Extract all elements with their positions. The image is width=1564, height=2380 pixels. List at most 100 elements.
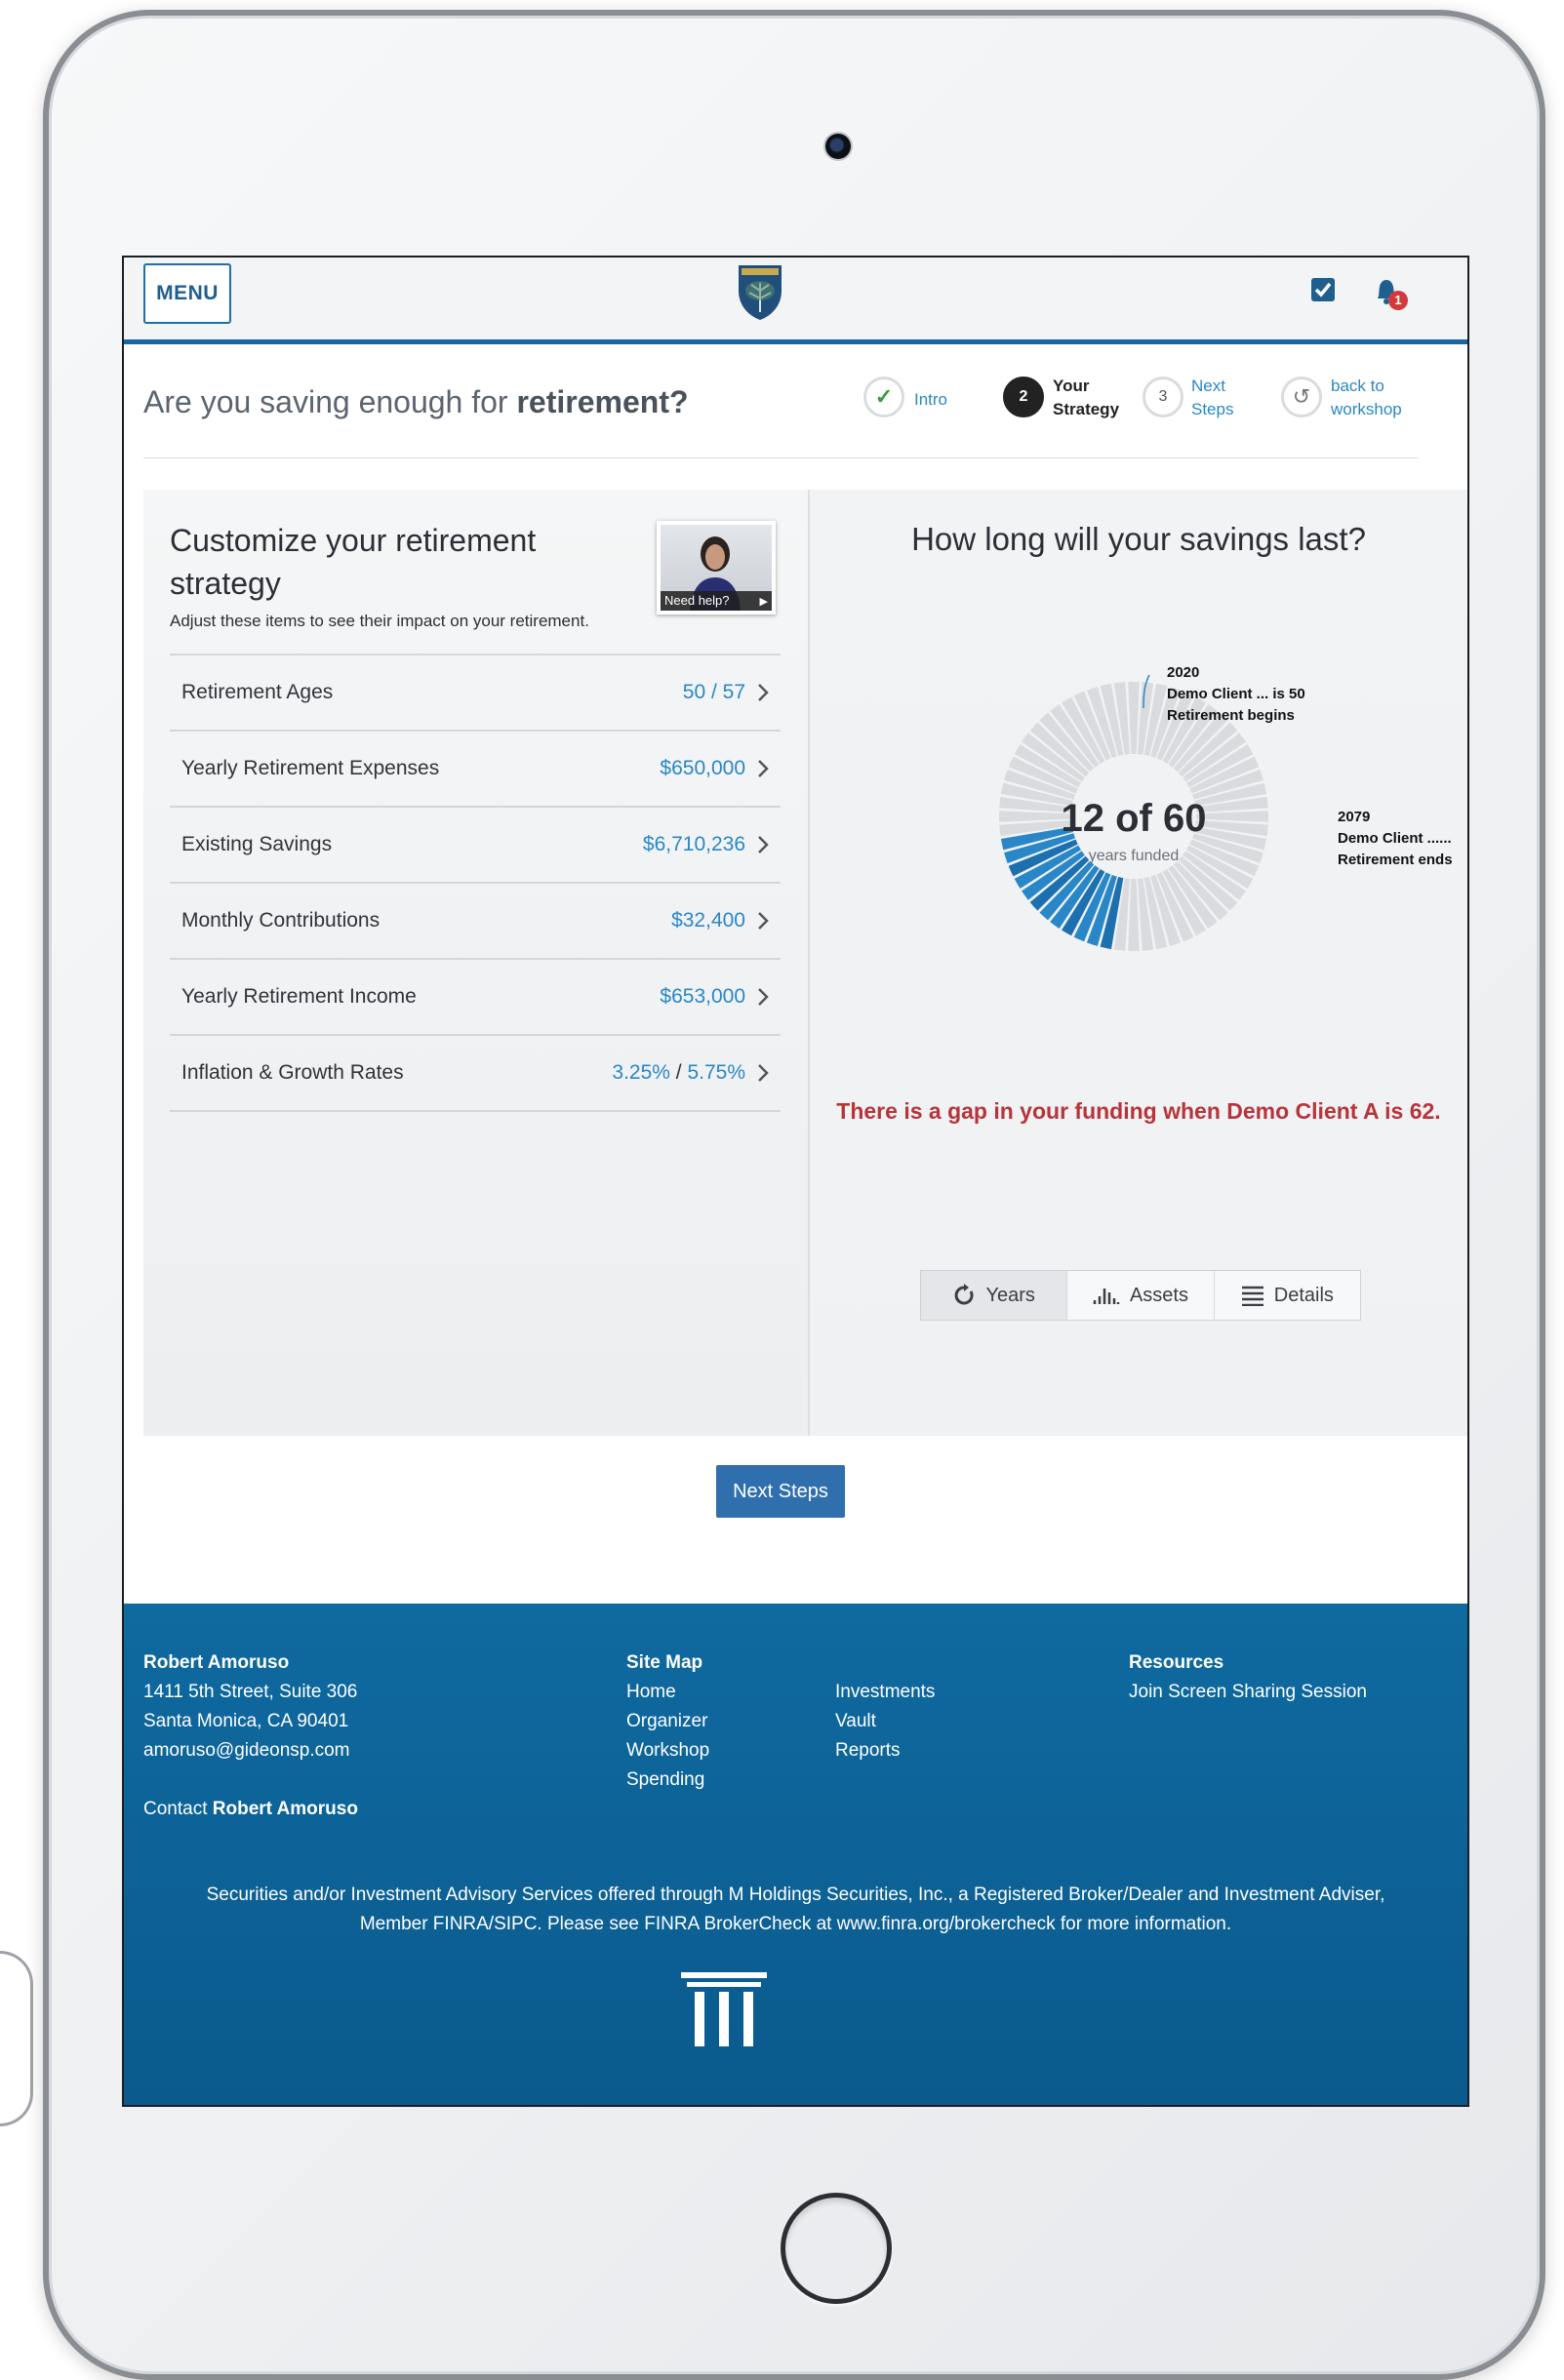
unfunded-year-segment xyxy=(1128,878,1140,951)
step-next-number[interactable]: 3 xyxy=(1143,377,1183,417)
setting-existing-savings[interactable]: Existing Savings $6,710,236 xyxy=(170,808,781,884)
sitemap-column-1: Site Map Home Organizer Workshop Spendin… xyxy=(626,1648,709,1795)
footer: Robert Amoruso 1411 5th Street, Suite 30… xyxy=(124,1604,1467,2105)
chart-view-toggle: Years Assets Details xyxy=(920,1270,1361,1321)
view-years-label: Years xyxy=(985,1284,1035,1306)
view-details-button[interactable]: Details xyxy=(1215,1271,1360,1320)
back-to-workshop-icon[interactable]: ↺ xyxy=(1281,377,1322,417)
setting-value: $653,000 xyxy=(660,985,745,1008)
notification-count-badge: 1 xyxy=(1388,291,1408,310)
contact-advisor-link[interactable]: Contact Robert Amoruso xyxy=(143,1795,358,1824)
refresh-icon xyxy=(955,1284,975,1305)
page-title-prefix: Are you saving enough for xyxy=(143,384,517,419)
next-steps-button[interactable]: Next Steps xyxy=(716,1465,845,1518)
disclaimer-line1: Securities and/or Investment Advisory Se… xyxy=(206,1884,1385,1905)
help-video-thumbnail[interactable]: Need help? ▶ xyxy=(657,521,776,615)
chevron-right-icon xyxy=(758,760,769,777)
sitemap-link-organizer[interactable]: Organizer xyxy=(626,1707,709,1736)
unfunded-year-segment xyxy=(1128,682,1140,755)
side-hardware-edge xyxy=(0,1951,33,2126)
years-funded-caption: years funded xyxy=(1089,848,1180,864)
title-divider xyxy=(143,457,1418,458)
setting-value: $650,000 xyxy=(660,757,745,779)
start-client-label: Demo Client ... is 50 xyxy=(1167,686,1305,702)
checklist-icon[interactable] xyxy=(1310,277,1336,302)
camera-lens xyxy=(825,134,851,159)
years-funded-donut-chart[interactable]: 12 of 60 years funded 2020 Demo Client .… xyxy=(810,490,1467,1075)
chevron-right-icon xyxy=(758,1064,769,1082)
end-year-label: 2079 xyxy=(1338,809,1370,825)
chevron-right-icon xyxy=(758,912,769,930)
chevron-right-icon xyxy=(758,684,769,701)
sitemap-link-spending[interactable]: Spending xyxy=(626,1765,709,1795)
menu-button[interactable]: MENU xyxy=(143,263,231,324)
chevron-right-icon xyxy=(758,988,769,1006)
setting-yearly-income[interactable]: Yearly Retirement Income $653,000 xyxy=(170,960,781,1036)
sitemap-link-investments[interactable]: Investments xyxy=(835,1678,935,1707)
legal-disclaimer: Securities and/or Investment Advisory Se… xyxy=(124,1881,1467,1939)
setting-label: Inflation & Growth Rates xyxy=(181,1061,404,1084)
disclaimer-line2: Member FINRA/SIPC. Please see FINRA Brok… xyxy=(359,1914,1232,1934)
strategy-settings-list: Retirement Ages 50 / 57 Yearly Retiremen… xyxy=(170,654,781,1112)
pillar-logo-icon xyxy=(681,1972,767,2046)
sitemap-link-home[interactable]: Home xyxy=(626,1678,709,1707)
step-strategy-number[interactable]: 2 xyxy=(1003,377,1044,417)
home-button[interactable] xyxy=(781,2193,892,2304)
resources-column: Resources Join Screen Sharing Session xyxy=(1129,1648,1367,1707)
funding-gap-message: There is a gap in your funding when Demo… xyxy=(836,1098,1441,1124)
customize-panel: Customize your retirement strategy Adjus… xyxy=(143,490,810,1436)
setting-label: Monthly Contributions xyxy=(181,909,381,932)
screen-sharing-link[interactable]: Join Screen Sharing Session xyxy=(1129,1678,1367,1707)
advisor-address-line2: Santa Monica, CA 90401 xyxy=(143,1711,349,1731)
customize-subheading: Adjust these items to see their impact o… xyxy=(170,612,589,630)
play-icon[interactable]: ▶ xyxy=(760,595,768,608)
step-next-label[interactable]: Next Steps xyxy=(1191,375,1233,421)
app-screen: MENU 1 Are you saving enough for retirem… xyxy=(122,256,1469,2107)
sitemap-column-2: Investments Vault Reports xyxy=(835,1678,935,1765)
step-intro-label[interactable]: Intro xyxy=(914,388,947,412)
setting-value: $32,400 xyxy=(671,909,745,932)
view-years-button[interactable]: Years xyxy=(921,1271,1068,1320)
setting-value: 50 / 57 xyxy=(682,681,745,703)
view-assets-button[interactable]: Assets xyxy=(1067,1271,1215,1320)
page-title: Are you saving enough for retirement? xyxy=(143,384,689,420)
view-assets-label: Assets xyxy=(1129,1284,1188,1306)
setting-yearly-expenses[interactable]: Yearly Retirement Expenses $650,000 xyxy=(170,732,781,808)
sitemap-link-vault[interactable]: Vault xyxy=(835,1707,935,1736)
end-client-label: Demo Client ...... xyxy=(1338,830,1452,847)
setting-label: Existing Savings xyxy=(181,833,333,855)
start-year-label: 2020 xyxy=(1167,664,1199,681)
customize-heading: Customize your retirement strategy xyxy=(170,523,537,601)
advisor-address-line1: 1411 5th Street, Suite 306 xyxy=(143,1682,358,1702)
sitemap-link-reports[interactable]: Reports xyxy=(835,1736,935,1765)
step-intro-check-icon[interactable]: ✓ xyxy=(863,377,904,417)
page-title-emphasis: retirement? xyxy=(516,384,689,419)
years-funded-count: 12 of 60 xyxy=(1062,797,1207,840)
setting-value: 3.25% / 5.75% xyxy=(612,1061,745,1084)
gideon-shield-logo-icon[interactable] xyxy=(736,261,784,322)
video-caption: Need help? xyxy=(661,591,772,611)
end-retirement-label: Retirement ends xyxy=(1338,852,1453,868)
savings-chart-panel: How long will your savings last? 12 of 6… xyxy=(810,490,1467,1436)
view-details-label: Details xyxy=(1273,1284,1334,1306)
setting-monthly-contributions[interactable]: Monthly Contributions $32,400 xyxy=(170,884,781,960)
start-retirement-label: Retirement begins xyxy=(1167,707,1295,724)
advisor-contact-block: Robert Amoruso 1411 5th Street, Suite 30… xyxy=(143,1648,358,1824)
list-icon xyxy=(1241,1286,1263,1306)
setting-label: Yearly Retirement Income xyxy=(181,985,417,1008)
top-navigation-bar: MENU 1 xyxy=(124,258,1467,344)
chevron-right-icon xyxy=(758,836,769,853)
back-to-workshop-link[interactable]: back to workshop xyxy=(1331,375,1402,421)
sitemap-title: Site Map xyxy=(626,1652,703,1673)
setting-retirement-ages[interactable]: Retirement Ages 50 / 57 xyxy=(170,655,781,732)
unfunded-year-segment xyxy=(1195,811,1268,822)
setting-label: Retirement Ages xyxy=(181,681,334,703)
resources-title: Resources xyxy=(1129,1652,1224,1673)
sitemap-link-workshop[interactable]: Workshop xyxy=(626,1736,709,1765)
advisor-name: Robert Amoruso xyxy=(143,1652,290,1673)
setting-value: $6,710,236 xyxy=(642,833,745,855)
step-strategy-label[interactable]: Your Strategy xyxy=(1053,375,1119,421)
advisor-email-link[interactable]: amoruso@gideonsp.com xyxy=(143,1736,358,1765)
setting-label: Yearly Retirement Expenses xyxy=(181,757,440,779)
setting-inflation-growth[interactable]: Inflation & Growth Rates 3.25% / 5.75% xyxy=(170,1036,781,1112)
